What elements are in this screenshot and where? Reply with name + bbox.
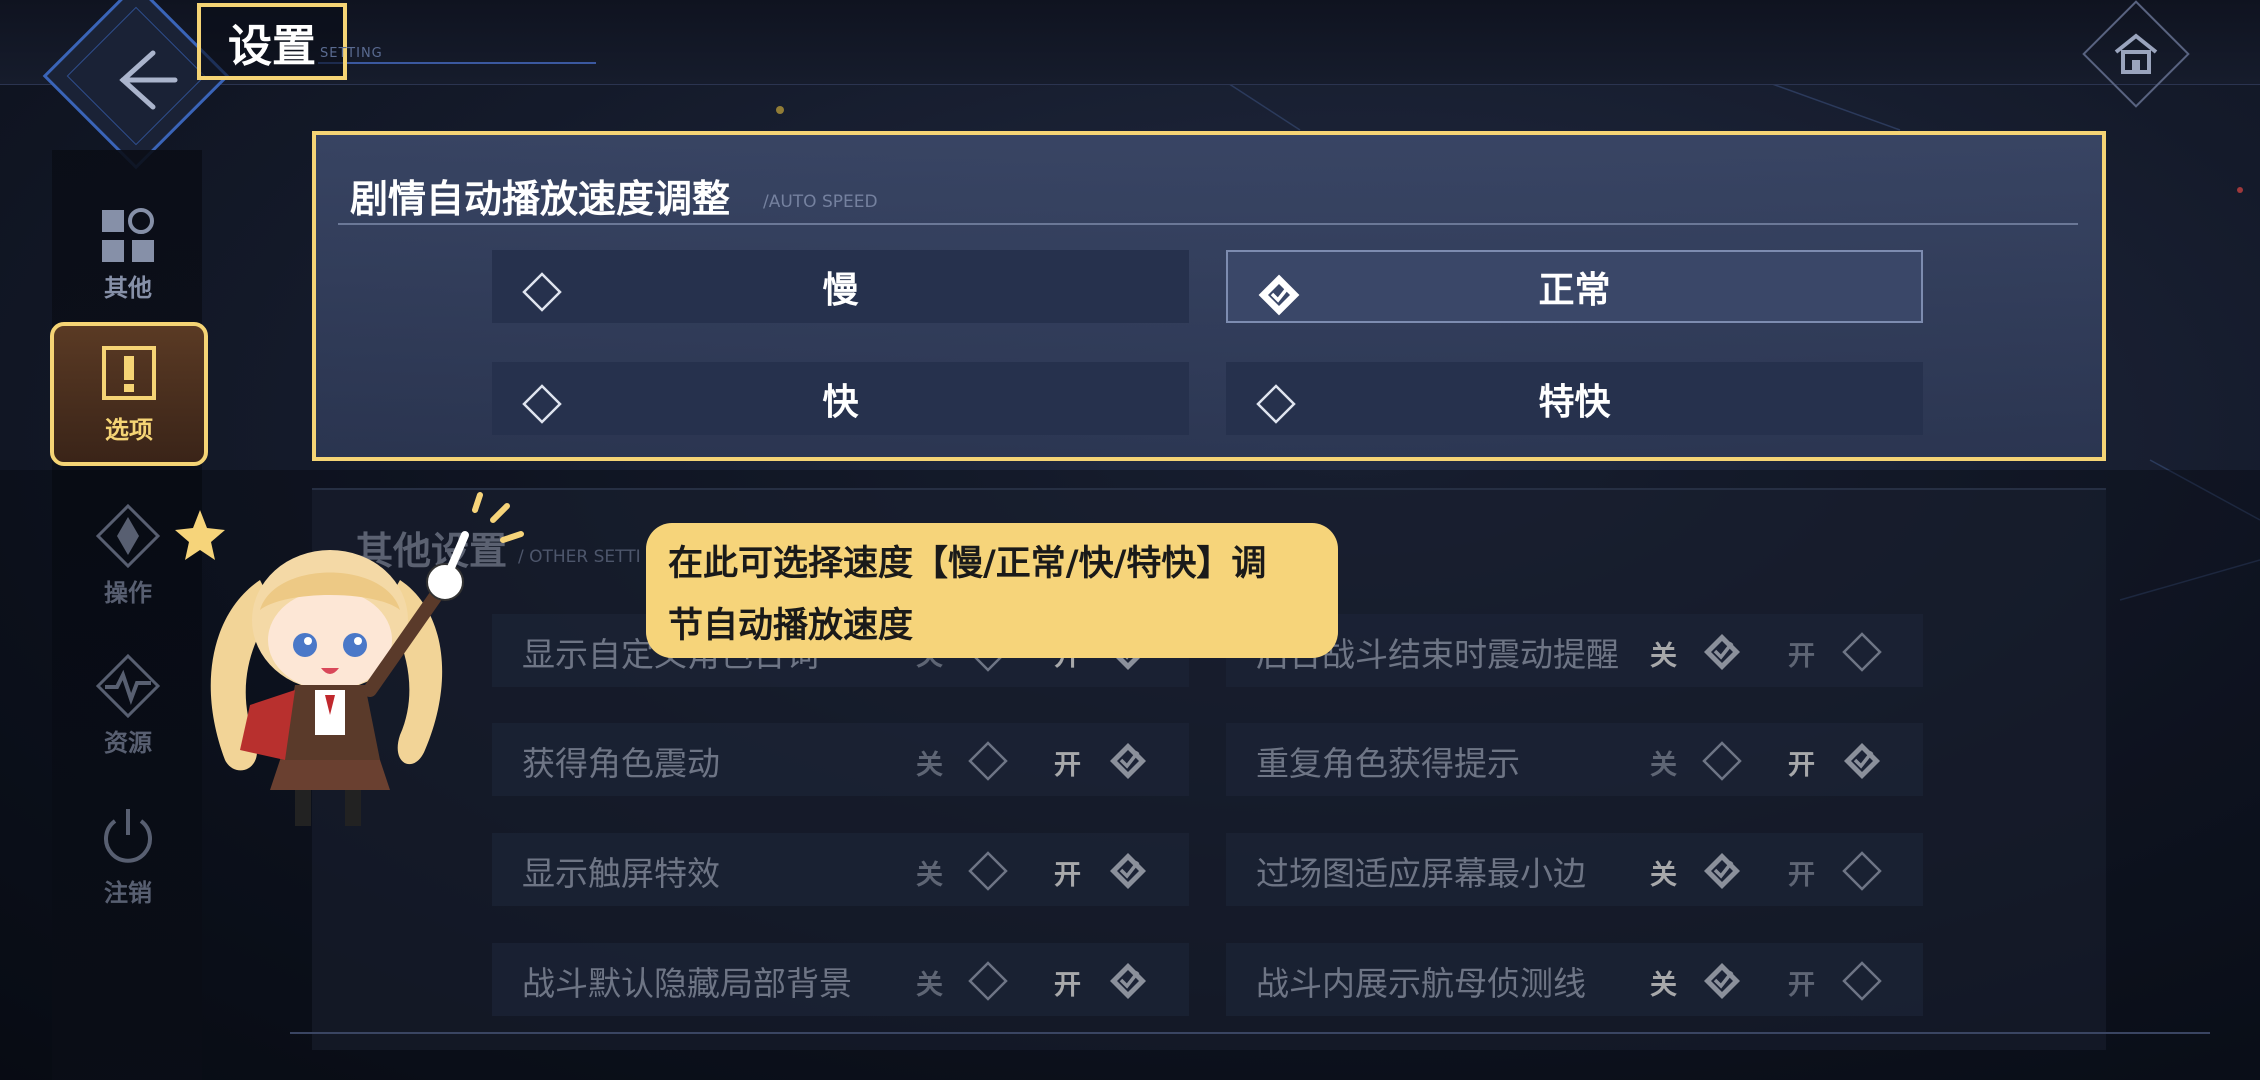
- on-label: 开: [1788, 641, 1815, 672]
- diamond-unchecked-icon: [1256, 384, 1296, 424]
- section-divider: [338, 223, 2078, 225]
- sidebar-item-option[interactable]: 选项: [50, 322, 208, 466]
- bottom-divider: [290, 1032, 2210, 1034]
- setting-row: 战斗默认隐藏局部背景 关 开: [492, 943, 1189, 1016]
- off-label: 关: [916, 750, 943, 781]
- diamond-checked-icon[interactable]: [1108, 851, 1148, 891]
- setting-label: 过场图适应屏幕最小边: [1256, 854, 1586, 893]
- setting-label: 战斗内展示航母侦测线: [1256, 964, 1586, 1003]
- setting-row: 获得角色震动关开: [492, 723, 1189, 796]
- speed-option-normal[interactable]: 正常: [1226, 250, 1923, 323]
- off-label: 关: [916, 860, 943, 891]
- diamond-unchecked-icon: [522, 272, 562, 312]
- speed-option-slow[interactable]: 慢: [492, 250, 1189, 323]
- sidebar-item-label: 操作: [104, 578, 152, 607]
- diamond-checked-icon[interactable]: [1702, 632, 1742, 672]
- off-label: 关: [1650, 750, 1677, 781]
- title-underline: [318, 62, 596, 64]
- setting-label: 重复角色获得提示: [1256, 744, 1520, 783]
- option-icon: [102, 345, 156, 400]
- setting-row: 过场图适应屏幕最小边 关 开: [1226, 833, 1923, 906]
- diamond-unchecked-icon[interactable]: [1842, 961, 1882, 1001]
- sidebar-item-other[interactable]: 其他: [52, 185, 204, 325]
- auto-speed-title: 剧情自动播放速度调整: [350, 176, 731, 221]
- on-label: 开: [1788, 970, 1815, 1001]
- diamond-checked-icon[interactable]: [1108, 961, 1148, 1001]
- diamond-checked-icon[interactable]: [1702, 851, 1742, 891]
- diamond-checked-icon[interactable]: [1108, 741, 1148, 781]
- on-label: 开: [1788, 860, 1815, 891]
- speed-option-very-fast[interactable]: 特快: [1226, 362, 1923, 435]
- setting-row: 战斗内展示航母侦测线 关 开: [1226, 943, 1923, 1016]
- on-label: 开: [1054, 750, 1081, 781]
- on-label: 开: [1788, 750, 1815, 781]
- power-icon: [104, 808, 152, 863]
- diamond-checked-icon: [1258, 274, 1300, 316]
- on-label: 开: [1054, 970, 1081, 1001]
- tooltip-line-2: 节自动播放速度: [668, 606, 914, 646]
- diamond-unchecked-icon[interactable]: [1842, 632, 1882, 672]
- diamond-unchecked-icon: [522, 384, 562, 424]
- setting-label: 战斗默认隐藏局部背景: [522, 964, 852, 1003]
- back-arrow-icon: [119, 50, 178, 110]
- diamond-unchecked-icon[interactable]: [1842, 851, 1882, 891]
- sidebar-item-label: 注销: [104, 878, 152, 907]
- sidebar-item-label: 资源: [104, 728, 152, 757]
- resource-icon: [95, 653, 161, 718]
- speed-option-label: 快: [822, 380, 859, 423]
- off-label: 关: [916, 970, 943, 1001]
- diamond-unchecked-icon[interactable]: [968, 961, 1008, 1001]
- off-label: 关: [1650, 860, 1677, 891]
- tooltip-line-1: 在此可选择速度【慢/正常/快/特快】调: [668, 544, 1267, 584]
- diamond-unchecked-icon[interactable]: [968, 741, 1008, 781]
- off-label: 关: [1650, 970, 1677, 1001]
- speed-option-fast[interactable]: 快: [492, 362, 1189, 435]
- speed-option-label: 正常: [1538, 268, 1611, 311]
- off-label: 关: [1650, 641, 1677, 672]
- mascot-character: [175, 492, 524, 826]
- setting-row: 重复角色获得提示 关 开: [1226, 723, 1923, 796]
- setting-row: 显示触屏特效 关 开: [492, 833, 1189, 906]
- on-label: 开: [1054, 860, 1081, 891]
- tutorial-tooltip: 在此可选择速度【慢/正常/快/特快】调 节自动播放速度: [646, 523, 1338, 658]
- sidebar-item-label: 选项: [105, 415, 153, 444]
- setting-label: 显示触屏特效: [522, 854, 720, 893]
- control-icon: [95, 503, 161, 568]
- diamond-checked-icon[interactable]: [1842, 741, 1882, 781]
- page-title: 设置: [197, 3, 347, 80]
- page-subtitle: SETTING: [320, 46, 383, 61]
- speed-option-label: 特快: [1538, 380, 1611, 423]
- sidebar-item-label: 其他: [104, 273, 152, 302]
- diamond-unchecked-icon[interactable]: [1702, 741, 1742, 781]
- home-icon: [2114, 33, 2158, 74]
- diamond-unchecked-icon[interactable]: [968, 851, 1008, 891]
- grid-icon: [102, 207, 154, 262]
- auto-speed-subtitle: /AUTO SPEED: [763, 192, 878, 212]
- diamond-checked-icon[interactable]: [1702, 961, 1742, 1001]
- speed-option-label: 慢: [822, 268, 859, 311]
